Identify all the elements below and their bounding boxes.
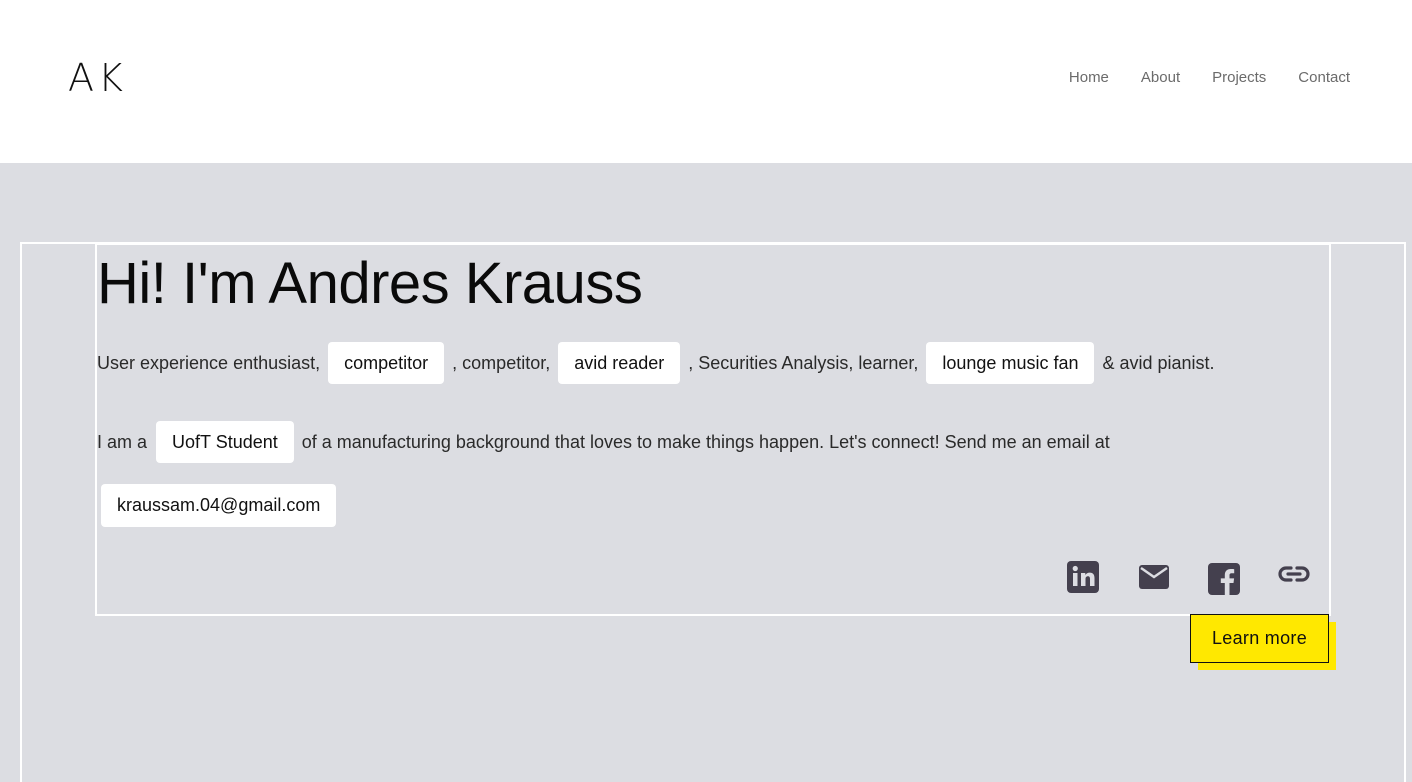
main-nav: Home About Projects Contact	[1069, 69, 1350, 86]
learn-more-button[interactable]: Learn more	[1190, 614, 1329, 663]
nav-home-link[interactable]: Home	[1069, 69, 1109, 86]
site-logo[interactable]: AK	[68, 56, 127, 100]
nav-about-link[interactable]: About	[1141, 69, 1180, 86]
intro-line: User experience enthusiast, competitor ,…	[97, 342, 1215, 384]
intro-text-2: , competitor,	[452, 352, 551, 373]
about-text-2: of a manufacturing background that loves…	[301, 431, 1110, 452]
chip-uoft-student[interactable]: UofT Student	[156, 421, 294, 463]
chip-avid-reader[interactable]: avid reader	[558, 342, 681, 384]
email-chip[interactable]: kraussam.04@gmail.com	[101, 484, 337, 527]
chip-competitor[interactable]: competitor	[328, 342, 445, 384]
about-line: I am a UofT Student of a manufacturing b…	[97, 421, 1110, 463]
nav-contact-link[interactable]: Contact	[1298, 69, 1350, 86]
nav-projects-link[interactable]: Projects	[1212, 69, 1266, 86]
chip-lounge-music-fan[interactable]: lounge music fan	[926, 342, 1095, 384]
learn-more-wrapper: Learn more	[1190, 614, 1336, 670]
social-icons	[1066, 560, 1316, 600]
intro-text-1: User experience enthusiast,	[97, 352, 321, 373]
facebook-icon[interactable]	[1207, 562, 1241, 596]
email-line: kraussam.04@gmail.com	[101, 484, 337, 527]
intro-text-4: & avid pianist.	[1102, 352, 1215, 373]
mail-icon[interactable]	[1137, 560, 1171, 594]
linkedin-icon[interactable]	[1066, 560, 1100, 594]
hero-title: Hi! I'm Andres Krauss	[97, 251, 643, 316]
link-icon[interactable]	[1277, 557, 1311, 591]
about-text-1: I am a	[97, 431, 148, 452]
site-header: AK Home About Projects Contact	[0, 0, 1412, 163]
intro-text-3: , Securities Analysis, learner,	[688, 352, 919, 373]
